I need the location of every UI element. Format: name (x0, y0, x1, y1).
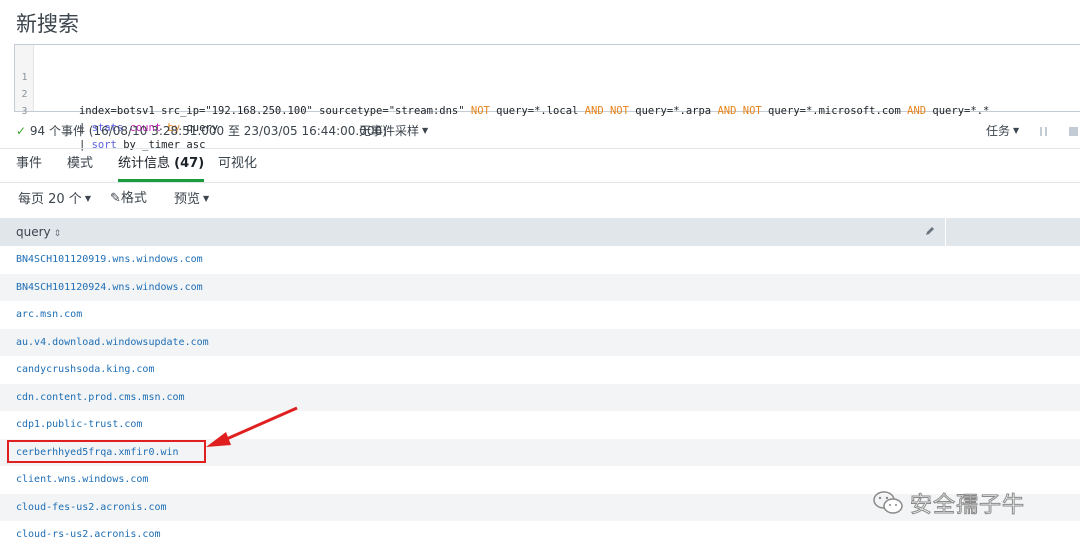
check-icon: ✓ (16, 124, 27, 138)
sort-icon: ⇕ (53, 229, 62, 239)
tab-statistics[interactable]: 统计信息 (47) (118, 150, 205, 182)
event-summary: ✓ 94 个事件 (16/08/10 3:28:51.000 至 23/03/0… (16, 118, 387, 144)
query-cell[interactable]: cdn.content.prod.cms.msn.com (16, 384, 185, 412)
pause-icon[interactable] (1040, 127, 1048, 136)
table-row: cdp1.public-trust.com (0, 411, 1080, 439)
highlight-annotation-box (7, 440, 206, 463)
per-page-label: 每页 20 个 (18, 192, 82, 207)
sampling-dropdown[interactable]: 无事件采样 ▼ (359, 118, 428, 144)
table-header: query ⇕ (0, 218, 1080, 246)
keyword-and: AND (717, 105, 737, 117)
result-tabs: 事件 模式 统计信息 (47) 可视化 (0, 150, 1080, 182)
keyword-not: NOT (609, 105, 629, 117)
column-separator (945, 218, 946, 246)
divider (0, 148, 1080, 149)
tab-statistics-label: 统计信息 (118, 156, 171, 171)
query-cell[interactable]: BN4SCH101120919.wns.windows.com (16, 246, 203, 274)
query-cell[interactable]: cdp1.public-trust.com (16, 411, 142, 439)
page-title: 新搜索 (16, 12, 79, 36)
watermark-text: 安全孺子牛 (909, 493, 1026, 519)
tab-visualization[interactable]: 可视化 (218, 150, 257, 182)
table-row: cdn.content.prod.cms.msn.com (0, 383, 1080, 412)
table-row: au.v4.download.windowsupdate.com (0, 328, 1080, 357)
format-button[interactable]: ✎格式 (110, 186, 147, 212)
caret-down-icon: ▼ (203, 194, 210, 203)
results-toolbar: 每页 20 个 ▼ ✎格式 预览 ▼ (0, 186, 1080, 212)
edit-column-icon[interactable] (924, 225, 936, 237)
tab-statistics-count: (47) (174, 156, 205, 171)
query-text: query=*.local (489, 105, 585, 117)
query-cell[interactable]: au.v4.download.windowsupdate.com (16, 329, 209, 357)
table-row: BN4SCH101120919.wns.windows.com (0, 246, 1080, 274)
query-text: query=*.arpa (628, 105, 718, 117)
table-row: arc.msn.com (0, 301, 1080, 329)
jobs-label: 任务 (986, 124, 1011, 138)
job-status-bar: ✓ 94 个事件 (16/08/10 3:28:51.000 至 23/03/0… (0, 118, 1080, 144)
query-cell[interactable]: cloud-rs-us2.acronis.com (16, 521, 161, 549)
table-row: candycrushsoda.king.com (0, 356, 1080, 384)
watermark: 安全孺子牛 (872, 485, 1025, 521)
caret-down-icon: ▼ (84, 194, 91, 203)
tab-patterns[interactable]: 模式 (67, 150, 93, 182)
preview-label: 预览 (174, 192, 201, 207)
event-count-text: 94 个事件 (16/08/10 3:28:51.000 至 23/03/05 … (29, 124, 387, 138)
keyword-and: AND (907, 105, 927, 117)
query-cell[interactable]: BN4SCH101120924.wns.windows.com (16, 274, 203, 302)
table-row: BN4SCH101120924.wns.windows.com (0, 273, 1080, 302)
tab-events[interactable]: 事件 (16, 150, 42, 182)
search-line-2[interactable]: 2 | stats count by query (15, 69, 218, 134)
search-line-1[interactable]: 1 index=botsv1 src_ip="192.168.250.100" … (15, 52, 989, 117)
keyword-and: AND (584, 105, 604, 117)
column-header-query[interactable]: query ⇕ (16, 218, 61, 248)
stop-icon[interactable] (1069, 127, 1078, 136)
query-cell[interactable]: client.wns.windows.com (16, 466, 148, 494)
divider (0, 182, 1080, 183)
caret-down-icon: ▼ (1013, 126, 1020, 135)
wechat-icon (873, 491, 903, 514)
table-row: cloud-rs-us2.acronis.com (0, 521, 1080, 549)
query-cell[interactable]: candycrushsoda.king.com (16, 356, 154, 384)
annotation-arrow-icon (206, 406, 298, 447)
jobs-dropdown[interactable]: 任务 ▼ (986, 118, 1019, 144)
preview-dropdown[interactable]: 预览 ▼ (174, 186, 209, 213)
query-cell[interactable]: arc.msn.com (16, 301, 82, 329)
search-editor[interactable]: 1 index=botsv1 src_ip="192.168.250.100" … (14, 44, 1080, 151)
pencil-icon: ✎ (110, 191, 121, 206)
query-text: query=*.* (926, 105, 990, 117)
search-line-3[interactable]: 3 | sort by _timer asc (15, 86, 205, 151)
sampling-label: 无事件采样 (359, 124, 420, 138)
per-page-dropdown[interactable]: 每页 20 个 ▼ (18, 186, 91, 213)
column-label: query (16, 225, 51, 239)
caret-down-icon: ▼ (422, 126, 429, 135)
query-text: query=*.microsoft.com (761, 105, 908, 117)
keyword-not: NOT (470, 105, 490, 117)
query-cell[interactable]: cloud-fes-us2.acronis.com (16, 494, 167, 522)
format-label: 格式 (120, 191, 147, 206)
keyword-not: NOT (742, 105, 762, 117)
